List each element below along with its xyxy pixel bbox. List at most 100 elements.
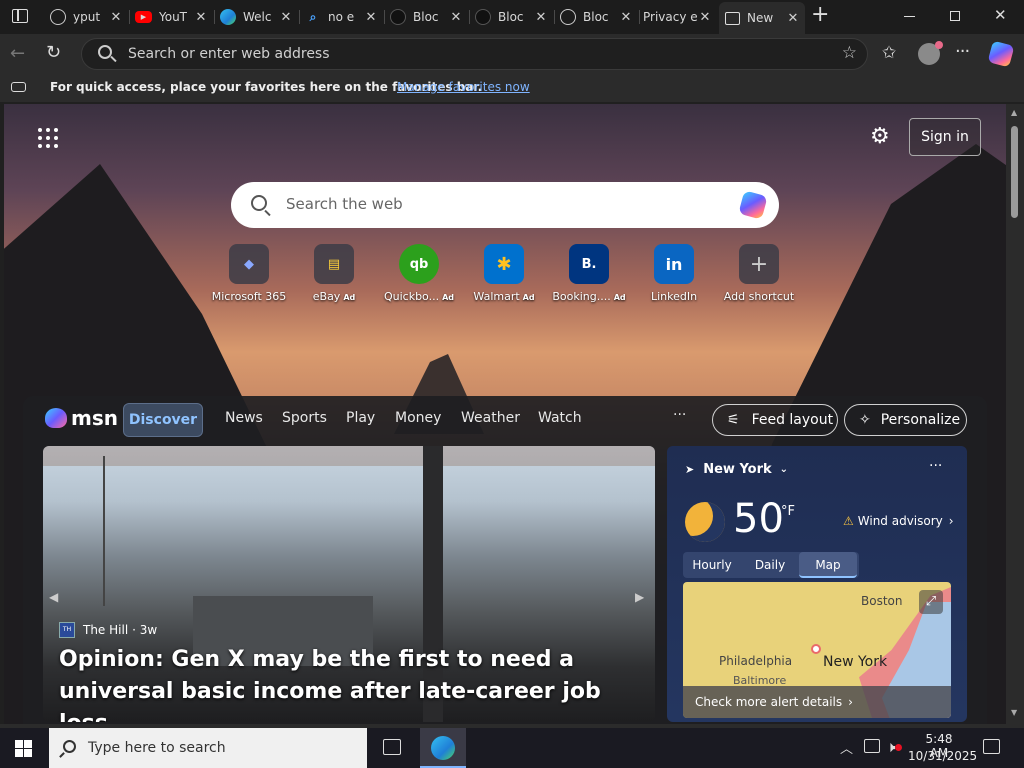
quickbooks-icon: qb bbox=[399, 244, 439, 284]
more-nav-button[interactable]: ··· bbox=[673, 407, 686, 423]
linkedin-icon: in bbox=[654, 244, 694, 284]
tab-7[interactable]: Bloc ✕ bbox=[554, 4, 638, 30]
add-shortcut-button[interactable]: + Add shortcut bbox=[717, 244, 801, 303]
tab-weather[interactable]: Weather bbox=[461, 410, 520, 426]
shortcut-booking[interactable]: B. Booking.... Ad bbox=[547, 244, 631, 303]
tab-daily[interactable]: Daily bbox=[741, 552, 799, 578]
wind-advisory-link[interactable]: ⚠ Wind advisory › bbox=[843, 514, 954, 528]
tab-6[interactable]: Bloc ✕ bbox=[469, 4, 553, 30]
sliders-icon: ⚟ bbox=[727, 412, 740, 428]
tab-4[interactable]: ⌕ no e ✕ bbox=[299, 4, 383, 30]
chevron-right-icon: › bbox=[948, 514, 954, 528]
booking-icon: B. bbox=[569, 244, 609, 284]
new-tab-page: ⚙ Sign in Search the web ◆ Microsoft 365… bbox=[4, 104, 1006, 724]
moon-icon bbox=[685, 502, 725, 542]
refresh-icon[interactable]: ↻ bbox=[46, 42, 61, 63]
tab-hourly[interactable]: Hourly bbox=[683, 552, 741, 578]
clock-date[interactable]: 10/31/2025 bbox=[908, 749, 977, 763]
favorite-star-icon[interactable]: ☆ bbox=[842, 43, 857, 63]
page-scrollbar[interactable]: ▲ ▼ bbox=[1006, 104, 1024, 724]
restore-button[interactable] bbox=[950, 11, 960, 21]
check-alert-details-link[interactable]: Check more alert details › bbox=[683, 686, 951, 718]
feed-layout-button[interactable]: ⚟ Feed layout bbox=[712, 404, 838, 436]
volume-muted-icon[interactable]: 🕨 bbox=[886, 738, 902, 756]
close-tab-icon[interactable]: ✕ bbox=[785, 11, 801, 26]
tab-1[interactable]: yput ✕ bbox=[44, 4, 128, 30]
msn-logo[interactable]: msn bbox=[45, 406, 118, 430]
shortcut-walmart[interactable]: ✱ Walmart Ad bbox=[462, 244, 546, 303]
close-window-button[interactable]: ✕ bbox=[994, 6, 1007, 24]
tab-play[interactable]: Play bbox=[346, 410, 375, 426]
edge-taskbar-icon[interactable] bbox=[420, 728, 466, 768]
copilot-icon[interactable] bbox=[738, 190, 768, 220]
top-story-card[interactable]: ◀ ▶ TH The Hill · 3w Opinion: Gen X may … bbox=[43, 446, 655, 722]
close-tab-icon[interactable]: ✕ bbox=[533, 10, 549, 25]
apps-launcher-icon[interactable] bbox=[38, 128, 58, 148]
scrollbar-thumb[interactable] bbox=[1011, 126, 1018, 218]
new-tab-button[interactable]: + bbox=[811, 4, 829, 26]
shortcut-microsoft-365[interactable]: ◆ Microsoft 365 bbox=[207, 244, 291, 303]
globe-icon bbox=[50, 9, 66, 25]
tab-9-active[interactable]: New ✕ bbox=[719, 2, 805, 34]
tab-3[interactable]: Welc ✕ bbox=[214, 4, 298, 30]
warning-icon: ⚠ bbox=[843, 514, 854, 528]
search-icon: ⌕ bbox=[309, 9, 317, 24]
tab-money[interactable]: Money bbox=[395, 410, 441, 426]
close-tab-icon[interactable]: ✕ bbox=[697, 10, 713, 25]
weather-tabs: Hourly Daily Map bbox=[683, 552, 859, 578]
carousel-next-icon[interactable]: ▶ bbox=[635, 590, 644, 604]
story-headline[interactable]: Opinion: Gen X may be the first to need … bbox=[59, 644, 639, 722]
tab-actions-icon[interactable] bbox=[12, 9, 28, 23]
tab-5[interactable]: Bloc ✕ bbox=[384, 4, 468, 30]
microsoft-365-icon: ◆ bbox=[229, 244, 269, 284]
web-search-box[interactable]: Search the web bbox=[231, 182, 779, 228]
tab-sports[interactable]: Sports bbox=[282, 410, 327, 426]
tab-discover[interactable]: Discover bbox=[123, 403, 203, 437]
msn-butterfly-icon bbox=[45, 408, 67, 428]
sign-in-button[interactable]: Sign in bbox=[909, 118, 981, 156]
manage-favorites-link[interactable]: Manage favorites now bbox=[397, 80, 530, 94]
notifications-icon[interactable] bbox=[983, 739, 1000, 754]
shortcut-quickbooks[interactable]: qb Quickbo... Ad bbox=[377, 244, 461, 303]
story-age: · 3w bbox=[132, 623, 158, 637]
close-tab-icon[interactable]: ✕ bbox=[193, 10, 209, 25]
carousel-prev-icon[interactable]: ◀ bbox=[49, 590, 58, 604]
profile-avatar[interactable] bbox=[918, 41, 943, 65]
network-icon[interactable] bbox=[864, 739, 880, 753]
tab-map[interactable]: Map bbox=[799, 552, 857, 578]
expand-map-icon[interactable]: ⤢ bbox=[919, 590, 943, 614]
personalize-button[interactable]: ✧ Personalize bbox=[844, 404, 967, 436]
settings-gear-icon[interactable]: ⚙ bbox=[870, 124, 890, 149]
tab-2[interactable]: ▶ YouT ✕ bbox=[129, 4, 213, 30]
tab-8[interactable]: Privacy e ✕ bbox=[639, 4, 717, 30]
weather-more-icon[interactable]: ··· bbox=[929, 458, 942, 474]
close-tab-icon[interactable]: ✕ bbox=[618, 10, 634, 25]
map-label-boston: Boston bbox=[861, 594, 903, 608]
shortcut-ebay[interactable]: ▤ eBay Ad bbox=[292, 244, 376, 303]
tab-watch[interactable]: Watch bbox=[538, 410, 582, 426]
web-search-placeholder: Search the web bbox=[286, 195, 403, 213]
weather-map[interactable]: Boston Philadelphia New York Baltimore ⤢… bbox=[683, 582, 951, 718]
plus-icon: + bbox=[739, 244, 779, 284]
close-tab-icon[interactable]: ✕ bbox=[363, 10, 379, 25]
location-arrow-icon: ➤ bbox=[685, 463, 695, 476]
back-icon[interactable]: ← bbox=[10, 43, 25, 64]
windows-start-icon[interactable] bbox=[15, 740, 32, 757]
tab-news[interactable]: News bbox=[225, 410, 263, 426]
search-icon bbox=[63, 740, 76, 753]
minimize-button[interactable] bbox=[904, 16, 915, 17]
tab-strip: yput ✕ ▶ YouT ✕ Welc ✕ ⌕ no e ✕ Bloc ✕ B… bbox=[0, 0, 1024, 34]
close-tab-icon[interactable]: ✕ bbox=[278, 10, 294, 25]
close-tab-icon[interactable]: ✕ bbox=[108, 10, 124, 25]
more-options-icon[interactable]: ··· bbox=[955, 41, 970, 62]
task-view-icon[interactable] bbox=[383, 739, 401, 755]
copilot-icon[interactable] bbox=[987, 40, 1015, 68]
youtube-icon: ▶ bbox=[135, 11, 152, 23]
shortcut-linkedin[interactable]: in LinkedIn bbox=[632, 244, 716, 303]
address-bar[interactable]: Search or enter web address ☆ bbox=[81, 38, 868, 70]
show-hidden-icons[interactable]: ︿ bbox=[840, 738, 853, 757]
location-selector[interactable]: ➤ New York ⌄ bbox=[685, 462, 788, 477]
favorites-icon[interactable]: ✩ bbox=[882, 43, 896, 63]
close-tab-icon[interactable]: ✕ bbox=[448, 10, 464, 25]
taskbar-search-box[interactable]: Type here to search bbox=[49, 728, 367, 768]
